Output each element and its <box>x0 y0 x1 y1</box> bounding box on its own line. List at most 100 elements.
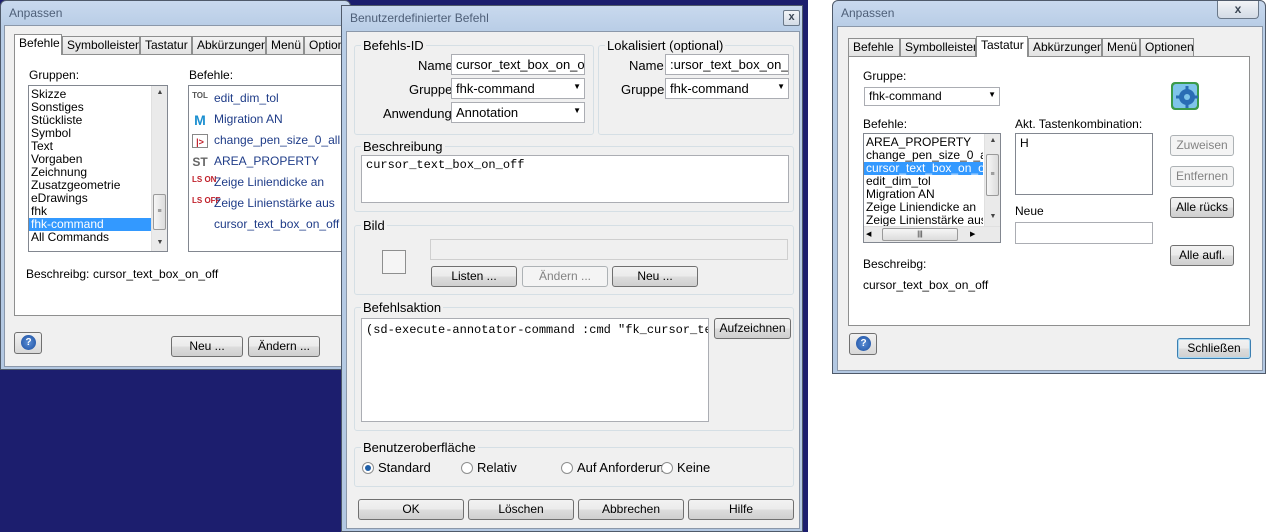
new-command-button[interactable]: Neu ... <box>171 336 243 357</box>
commands-hscrollbar[interactable]: ◀ ||| ▶ <box>864 226 1000 242</box>
commands-vscrollbar[interactable]: ▲ ≡ ▼ <box>984 134 1000 226</box>
command-list-item[interactable]: cursor_text_box_on_off <box>189 214 358 235</box>
customize-window-right: Anpassen x Befehle Symbolleisten Tastatu… <box>832 0 1266 374</box>
command-list-item[interactable]: M Migration AN <box>189 109 358 130</box>
radio-relativ-label[interactable]: Relativ <box>477 460 517 475</box>
tab-tastatur[interactable]: Tastatur <box>976 36 1028 57</box>
close-window-button[interactable]: x <box>783 10 800 26</box>
new-image-button[interactable]: Neu ... <box>612 266 698 287</box>
close-button[interactable]: Schließen <box>1177 338 1251 359</box>
window-client: Befehle Symbolleisten Tastatur Abkürzung… <box>4 25 358 367</box>
description-label: Beschreibg: <box>863 257 927 271</box>
group-befehls-id: Befehls-ID Name cursor_text_box_on_off G… <box>354 38 594 135</box>
custom-command-dialog: Benutzerdefinierter Befehl x Befehls-ID … <box>341 5 803 532</box>
tab-panel: Gruppen: Befehle: Skizze Sonstiges Stückli… <box>14 54 358 316</box>
tab-symbolleisten[interactable]: Symbolleisten <box>900 38 976 56</box>
scroll-up-icon[interactable]: ▲ <box>985 134 1000 148</box>
tab-optionen[interactable]: Optionen <box>1140 38 1194 56</box>
commands-list[interactable]: AREA_PROPERTY change_pen_size_0_all cursor… <box>863 133 1001 243</box>
remove-button[interactable]: Entfernen <box>1170 166 1234 187</box>
current-keys-list[interactable]: H <box>1015 133 1153 195</box>
assign-button[interactable]: Zuweisen <box>1170 135 1234 156</box>
help-icon: ? <box>856 336 871 351</box>
help-button[interactable]: Hilfe <box>688 499 794 520</box>
command-list-item[interactable]: TOL edit_dim_tol <box>189 88 358 109</box>
command-list-item[interactable]: |> change_pen_size_0_all <box>189 130 358 151</box>
description-input[interactable]: cursor_text_box_on_off <box>361 155 789 203</box>
groups-scrollbar[interactable]: ▲ ≡ ▼ <box>151 86 167 251</box>
close-icon: x <box>1234 2 1242 16</box>
tab-symbolleisten[interactable]: Symbolleisten <box>62 36 140 54</box>
name-input[interactable]: cursor_text_box_on_off <box>451 54 585 75</box>
tab-panel: Gruppe: fhk-command ▼ Befehle: Akt. Tast… <box>848 56 1250 326</box>
radio-relativ[interactable] <box>461 462 473 474</box>
scroll-up-icon[interactable]: ▲ <box>152 86 167 100</box>
command-list-item[interactable]: LS OFFZeige Linienstärke aus <box>189 193 358 214</box>
command-list-item[interactable]: ST AREA_PROPERTY <box>189 151 358 172</box>
commands-list[interactable]: TOL edit_dim_tol M Migration AN |> change_pen… <box>188 85 358 252</box>
list-images-button[interactable]: Listen ... <box>431 266 517 287</box>
record-button[interactable]: Aufzeichnen <box>714 318 791 339</box>
list-all-button[interactable]: Alle aufl. <box>1170 245 1234 266</box>
scroll-down-icon[interactable]: ▼ <box>152 236 167 250</box>
radio-auf-anforderung-label[interactable]: Auf Anforderun <box>577 460 664 475</box>
ok-button[interactable]: OK <box>358 499 464 520</box>
commands-items: AREA_PROPERTY change_pen_size_0_all cursor… <box>864 134 983 227</box>
radio-keine[interactable] <box>661 462 673 474</box>
group-select-value: fhk-command <box>869 89 942 103</box>
usage-select-value: Annotation <box>456 105 519 120</box>
groups-label: Gruppen: <box>29 68 80 82</box>
group-select-value: fhk-command <box>456 81 535 96</box>
close-window-button[interactable]: x <box>1217 1 1259 19</box>
tab-befehle[interactable]: Befehle <box>14 34 62 55</box>
image-path-field <box>430 239 788 260</box>
close-icon: x <box>788 11 795 23</box>
reset-all-button[interactable]: Alle rücks <box>1170 197 1234 218</box>
tab-tastatur[interactable]: Tastatur <box>140 36 192 54</box>
groups-items: Skizze Sonstiges Stückliste Symbol Text Vorga… <box>29 86 167 244</box>
scroll-thumb[interactable]: ≡ <box>153 194 166 230</box>
radio-standard[interactable] <box>362 462 374 474</box>
group-select[interactable]: fhk-command ▼ <box>864 87 1000 106</box>
command-list-item[interactable]: LS ONZeige Liniendicke an <box>189 172 358 193</box>
radio-auf-anforderung[interactable] <box>561 462 573 474</box>
ls-off-icon: LS OFF <box>192 195 221 205</box>
scroll-thumb[interactable]: ||| <box>882 228 958 241</box>
localized-name-input[interactable]: :ursor_text_box_on_off <box>665 54 789 75</box>
scroll-thumb[interactable]: ≡ <box>986 154 999 196</box>
scroll-right-icon[interactable]: ▶ <box>970 227 975 242</box>
radio-keine-label[interactable]: Keine <box>677 460 710 475</box>
current-key-item[interactable]: H <box>1020 136 1029 150</box>
group-command-action: Befehlsaktion (sd-execute-annotator-comm… <box>354 300 794 431</box>
description-value: cursor_text_box_on_off <box>93 267 219 281</box>
tab-befehle[interactable]: Befehle <box>848 38 900 56</box>
new-key-input[interactable] <box>1015 222 1153 244</box>
group-title: Benutzeroberfläche <box>361 440 478 455</box>
group-select[interactable]: fhk-command ▼ <box>451 78 585 99</box>
help-button[interactable]: ? <box>14 332 42 354</box>
localized-group-label: Gruppe <box>621 82 665 97</box>
group-list-item[interactable]: eDrawings <box>29 192 151 205</box>
delete-button[interactable]: Löschen <box>468 499 574 520</box>
ls-on-icon: LS ON <box>192 174 217 184</box>
change-image-button[interactable]: Ändern ... <box>522 266 608 287</box>
pen-size-icon: |> <box>192 133 208 148</box>
cancel-button[interactable]: Abbrechen <box>578 499 684 520</box>
scroll-down-icon[interactable]: ▼ <box>985 210 1000 224</box>
usage-select[interactable]: Annotation ▼ <box>451 102 585 123</box>
groups-list[interactable]: Skizze Sonstiges Stückliste Symbol Text Vorga… <box>28 85 168 252</box>
tab-menue[interactable]: Menü <box>266 36 304 54</box>
radio-standard-label[interactable]: Standard <box>378 460 431 475</box>
group-list-item[interactable]: All Commands <box>29 231 151 244</box>
localized-group-select[interactable]: fhk-command ▼ <box>665 78 789 99</box>
window-title: Benutzerdefinierter Befehl <box>350 11 489 25</box>
tab-menue[interactable]: Menü <box>1102 38 1140 56</box>
help-button[interactable]: ? <box>849 333 877 355</box>
change-command-button[interactable]: Ändern ... <box>248 336 320 357</box>
tab-abkuerzungen[interactable]: Abkürzungen <box>1028 38 1102 56</box>
localized-name-label: Name <box>629 58 664 73</box>
commands-label: Befehle: <box>189 68 234 82</box>
scroll-left-icon[interactable]: ◀ <box>866 227 871 242</box>
tab-abkuerzungen[interactable]: Abkürzungen <box>192 36 266 54</box>
command-action-input[interactable]: (sd-execute-annotator-command :cmd "fk_c… <box>361 318 709 422</box>
